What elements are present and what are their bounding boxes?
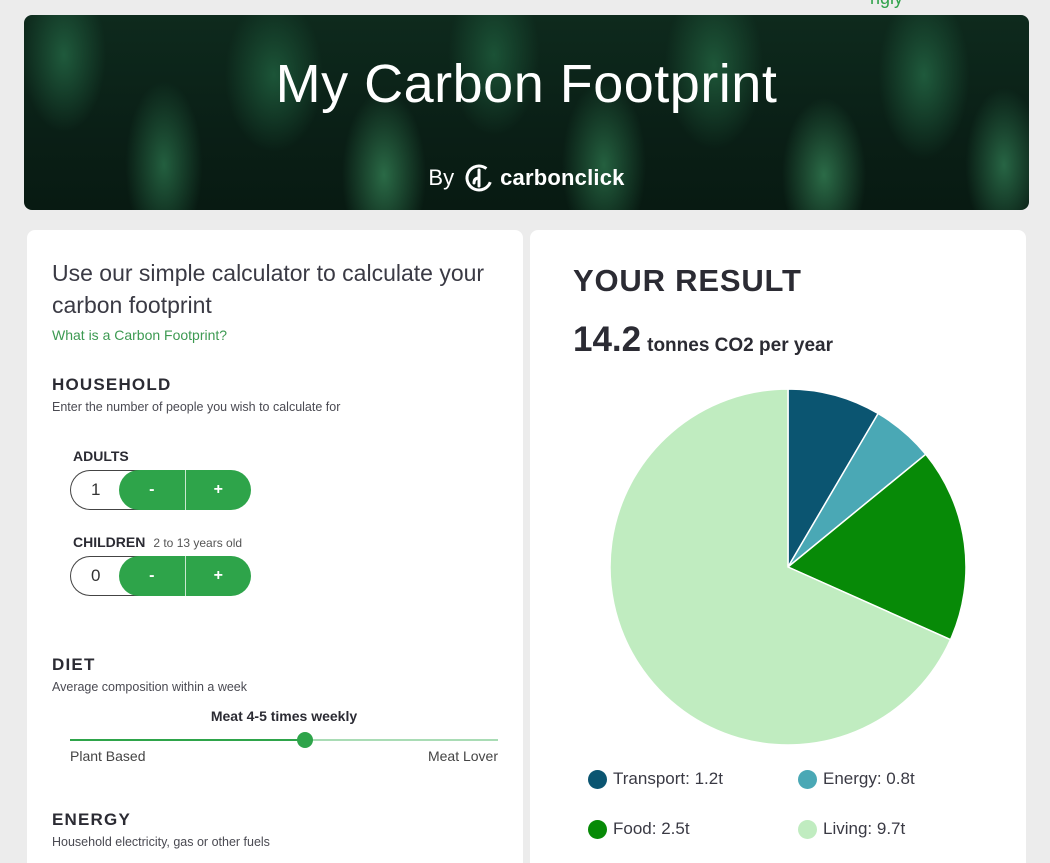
legend-swatch-transport <box>588 769 607 789</box>
result-unit: tonnes CO2 per year <box>647 335 833 356</box>
footprint-pie-chart <box>609 388 967 746</box>
brand-name: carbonclick <box>500 165 625 190</box>
legend-swatch-energy <box>798 769 817 789</box>
diet-slider-fill <box>70 739 306 741</box>
by-label: By <box>428 165 455 190</box>
energy-subtitle: Household electricity, gas or other fuel… <box>52 835 270 849</box>
diet-subtitle: Average composition within a week <box>52 680 248 694</box>
children-increment-button[interactable]: + <box>186 556 252 596</box>
brand-logo[interactable]: carbonclick <box>464 163 624 193</box>
legend-item-food: Food: 2.5t <box>588 819 690 839</box>
diet-slider-max-label: Meat Lover <box>427 748 498 764</box>
children-age-hint: 2 to 13 years old <box>153 536 243 550</box>
legend-item-living: Living: 9.7t <box>798 819 905 839</box>
diet-slider: Meat 4-5 times weekly Plant Based Meat L… <box>70 708 498 768</box>
diet-slider-min-label: Plant Based <box>70 748 146 764</box>
calculator-panel: Use our simple calculator to calculate y… <box>27 230 523 863</box>
adults-stepper: 1 - + <box>70 470 252 510</box>
what-is-carbon-footprint-link[interactable]: What is a Carbon Footprint? <box>52 327 227 343</box>
diet-title: DIET <box>52 655 96 674</box>
result-panel: YOUR RESULT 14.2 tonnes CO2 per year Tra… <box>530 230 1026 863</box>
result-summary: 14.2 tonnes CO2 per year <box>573 320 833 360</box>
energy-title: ENERGY <box>52 810 131 829</box>
adults-label: ADULTS <box>73 448 129 464</box>
legend-label-living: Living: 9.7t <box>823 819 906 838</box>
legend-item-transport: Transport: 1.2t <box>588 769 723 789</box>
legend-label-food: Food: 2.5t <box>613 819 690 838</box>
carbonclick-logo-icon <box>465 164 493 192</box>
household-title: HOUSEHOLD <box>52 375 172 394</box>
adults-increment-button[interactable]: + <box>186 470 252 510</box>
household-subtitle: Enter the number of people you wish to c… <box>52 400 341 414</box>
legend-label-transport: Transport: 1.2t <box>613 769 723 788</box>
legend-label-energy: Energy: 0.8t <box>823 769 915 788</box>
adults-label-text: ADULTS <box>73 448 129 464</box>
diet-slider-value: Meat 4-5 times weekly <box>210 708 358 724</box>
legend-item-energy: Energy: 0.8t <box>798 769 915 789</box>
adults-decrement-button[interactable]: - <box>119 470 186 510</box>
result-title: YOUR RESULT <box>573 263 802 298</box>
diet-slider-handle[interactable] <box>297 732 314 748</box>
result-value: 14.2 <box>573 320 642 359</box>
children-stepper: 0 - + <box>70 556 252 596</box>
children-label-text: CHILDREN <box>73 534 146 550</box>
children-label: CHILDREN 2 to 13 years old <box>73 534 242 550</box>
hero-banner: My Carbon Footprint By carbonclick <box>24 15 1029 210</box>
calculator-intro: Use our simple calculator to calculate y… <box>52 260 485 318</box>
legend-swatch-living <box>798 819 817 839</box>
hero-byline: By carbonclick <box>24 163 1029 193</box>
top-link[interactable]: ngly <box>870 0 903 9</box>
children-decrement-button[interactable]: - <box>119 556 186 596</box>
legend-swatch-food <box>588 819 607 839</box>
page-title: My Carbon Footprint <box>275 54 778 114</box>
